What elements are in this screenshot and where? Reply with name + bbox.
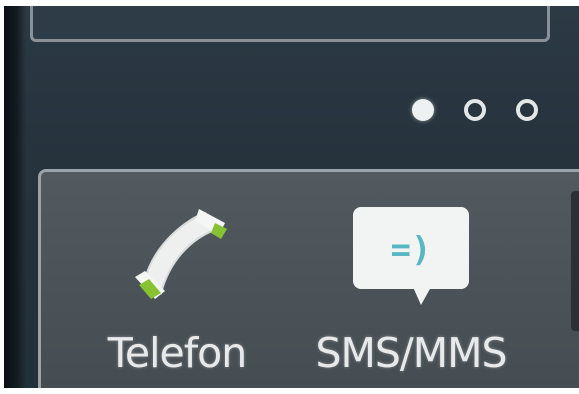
page-dot-active[interactable] — [412, 99, 434, 121]
page-dot[interactable] — [464, 99, 486, 121]
app-label: SMS/MMS — [315, 329, 507, 377]
dock-edge-app[interactable] — [571, 191, 579, 331]
page-indicator — [412, 94, 538, 126]
page-dot[interactable] — [516, 99, 538, 121]
app-phone[interactable]: Telefon — [92, 201, 262, 377]
message-bubble-text: =) — [391, 230, 432, 270]
top-widget[interactable] — [30, 6, 550, 42]
message-bubble-icon: =) — [346, 201, 476, 311]
app-label: Telefon — [107, 329, 247, 377]
app-sms-mms[interactable]: =) SMS/MMS — [296, 201, 526, 377]
photo-frame: Telefon =) SMS/MMS — [0, 0, 579, 394]
home-screen: Telefon =) SMS/MMS — [4, 6, 579, 388]
screen-bezel-edge — [4, 6, 26, 388]
phone-handset-icon — [112, 201, 242, 311]
